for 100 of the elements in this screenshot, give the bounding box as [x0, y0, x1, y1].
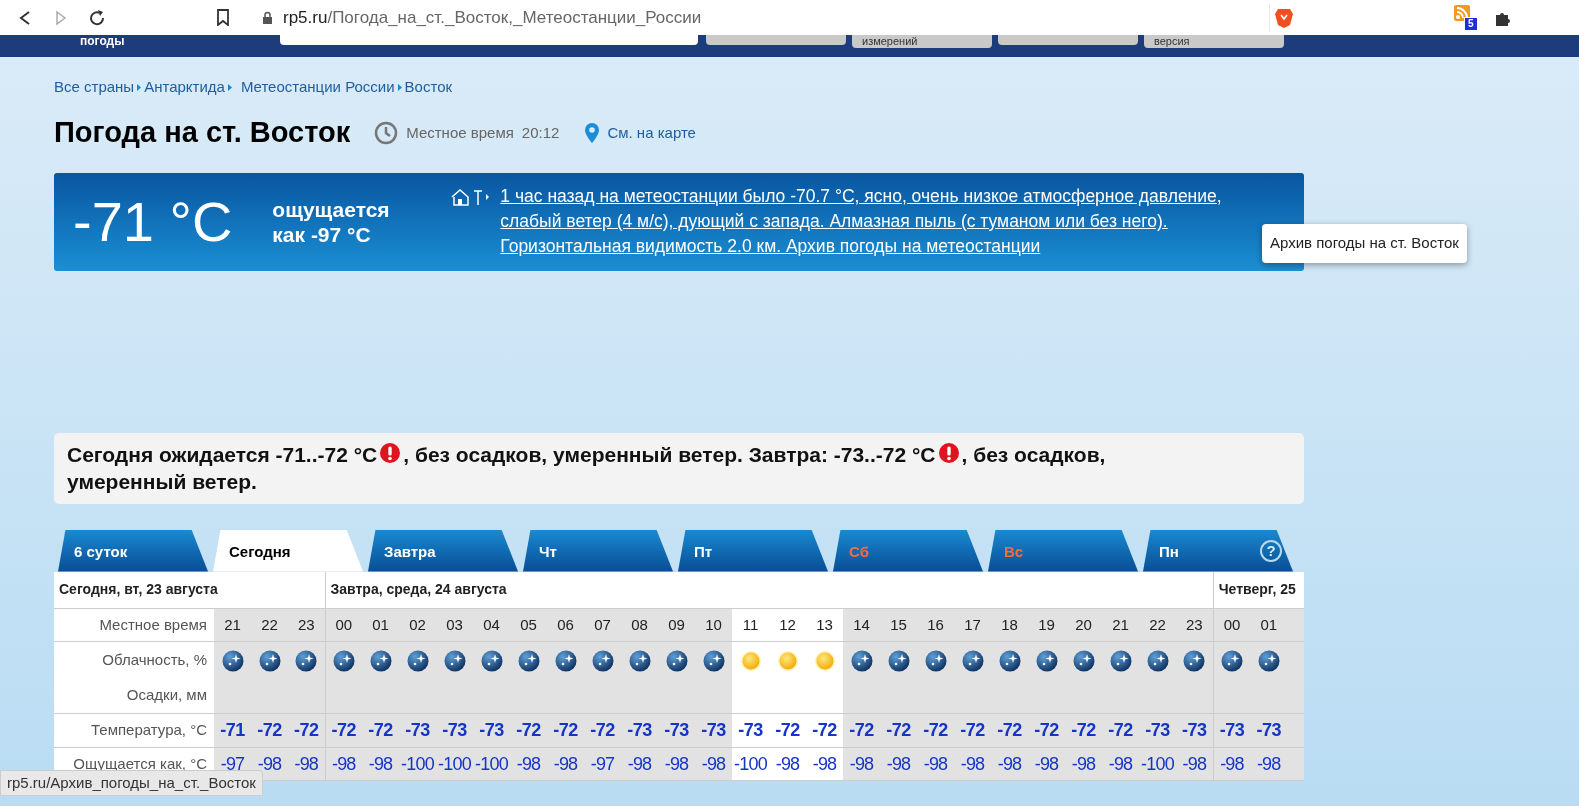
address-bar[interactable]: rp5.ru/Погода_на_ст._Восток,_Метеостанции_России: [250, 3, 1270, 32]
header-button[interactable]: версия: [1144, 35, 1284, 48]
day-tab[interactable]: Сегодня: [213, 529, 363, 572]
weather-report-link[interactable]: 1 час назад на метеостанции было -70.7 °C, ясно, очень низкое атмосферное давление, слабый ветер (4 м/с), дующий с запада. Алмазная пыль (с туманом или без него). Горизонтальная видимость 2.0 км. Архив погоды на метеостанции: [500, 184, 1241, 259]
temperature-cell: -72: [510, 713, 547, 748]
temperature-cell: -73: [399, 713, 436, 748]
feels-like-cell: -100: [436, 747, 473, 781]
temperature-cell: -72: [843, 713, 880, 748]
temperature-cell: -72: [362, 713, 399, 748]
hour-cell: 00: [325, 608, 362, 642]
temperature-cell: -72: [1065, 713, 1102, 748]
breadcrumb-link[interactable]: Все страны: [54, 76, 135, 99]
temperature-cell: -71: [214, 713, 251, 748]
temperature-cell: -73: [1213, 713, 1251, 748]
temperature-cell: -72: [917, 713, 954, 748]
feels-like-cell: -98: [325, 747, 362, 781]
forward-icon[interactable]: [54, 9, 68, 26]
breadcrumb-link[interactable]: Метеостанции России: [240, 76, 395, 99]
feels-like-cell: -98: [288, 747, 325, 781]
day-heading: Сегодня, вт, 23 августа: [54, 571, 325, 609]
feels-like-cell: -98: [880, 747, 917, 781]
extension-button[interactable]: 5: [1454, 4, 1476, 31]
hour-cell: 10: [695, 608, 732, 642]
temperature-cell: -72: [288, 713, 325, 748]
day-tab[interactable]: Завтра: [368, 529, 518, 572]
sun-icon: [739, 649, 762, 672]
hour-cell: 18: [991, 608, 1028, 642]
hour-cell: 02: [399, 608, 436, 642]
feels-like-cell: -98: [954, 747, 991, 781]
day-heading: Четверг, 25: [1213, 571, 1304, 609]
header-button[interactable]: измерений: [852, 35, 992, 48]
hour-cell: 23: [288, 608, 325, 642]
temperature-cell: -73: [732, 713, 769, 748]
sun-icon: [776, 649, 799, 672]
hour-cell: 19: [1028, 608, 1065, 642]
hour-cell: 06: [547, 608, 584, 642]
feels-like-cell: -98: [917, 747, 954, 781]
breadcrumb-link[interactable]: Восток: [404, 76, 453, 99]
day-tab[interactable]: Чт: [523, 529, 673, 572]
hour-cell: 04: [473, 608, 510, 642]
hour-cell: 01: [362, 608, 399, 642]
feels-like-cell: -98: [510, 747, 547, 781]
feels-like-cell: -98: [1102, 747, 1139, 781]
page-title: Погода на ст. Восток: [54, 114, 351, 150]
map-link[interactable]: См. на карте: [607, 122, 696, 145]
feels-like-cell: -98: [658, 747, 695, 781]
help-button[interactable]: ?: [1260, 539, 1282, 562]
bookmark-icon[interactable]: [216, 9, 230, 26]
hour-cell: 22: [1139, 608, 1176, 642]
hour-cell: 03: [436, 608, 473, 642]
hour-cell: 17: [954, 608, 991, 642]
temperature-cell: -73: [621, 713, 658, 748]
day-tab[interactable]: 6 суток: [58, 529, 208, 572]
temperature-cell: -72: [880, 713, 917, 748]
hour-cell: 21: [1102, 608, 1139, 642]
lock-icon: [262, 10, 273, 25]
temperature-cell: -72: [547, 713, 584, 748]
hour-cell: 01: [1250, 608, 1288, 642]
local-time-label: Местное время: [406, 123, 514, 144]
tooltip: Архив погоды на ст. Восток: [1262, 224, 1467, 263]
feels-like-cell: -98: [1028, 747, 1065, 781]
temperature-cell: -73: [695, 713, 732, 748]
sun-icon: [813, 649, 836, 672]
row-label: Облачность, %: [54, 641, 214, 678]
feels-like-cell: -98: [991, 747, 1028, 781]
day-tab[interactable]: Пт: [678, 529, 828, 572]
lion-icon[interactable]: [1274, 6, 1294, 29]
feed-icon: [1454, 4, 1470, 21]
temperature-cell: -72: [806, 713, 843, 748]
logo-caption: погоды: [80, 35, 126, 47]
chevron-icon: [397, 83, 402, 91]
temperature-cell: -73: [1250, 713, 1288, 748]
temperature-cell: -72: [1028, 713, 1065, 748]
warning-icon: [938, 442, 959, 463]
reload-icon[interactable]: [88, 8, 106, 27]
feels-like-cell: -98: [621, 747, 658, 781]
breadcrumb-link[interactable]: Антарктида: [144, 76, 225, 99]
temperature-cell: -72: [769, 713, 806, 748]
hour-cell: 11: [732, 608, 769, 642]
feels-like-cell: -98: [695, 747, 732, 781]
hour-cell: 22: [251, 608, 288, 642]
temperature-cell: -73: [1176, 713, 1214, 748]
back-icon[interactable]: [18, 9, 32, 26]
feels-like-cell: -98: [769, 747, 806, 781]
hour-cell: 20: [1065, 608, 1102, 642]
map-pin-icon: [584, 121, 601, 144]
temperature-cell: -72: [325, 713, 362, 748]
temperature-cell: -72: [251, 713, 288, 748]
hour-cell: 14: [843, 608, 880, 642]
search-field[interactable]: [280, 35, 698, 45]
hour-cell: 23: [1176, 608, 1214, 642]
feels-like-cell: -100: [732, 747, 769, 781]
feels-like-cell: -98: [1213, 747, 1251, 781]
feels-like-cell: -97: [584, 747, 621, 781]
hour-cell: 00: [1213, 608, 1251, 642]
feels-like-cell: -98: [362, 747, 399, 781]
temperature-cell: -72: [584, 713, 621, 748]
current-temperature: -71 °C: [73, 193, 233, 250]
feels-like-temperature: ощущается как -97 °C: [272, 196, 391, 247]
feels-like-cell: -98: [547, 747, 584, 781]
